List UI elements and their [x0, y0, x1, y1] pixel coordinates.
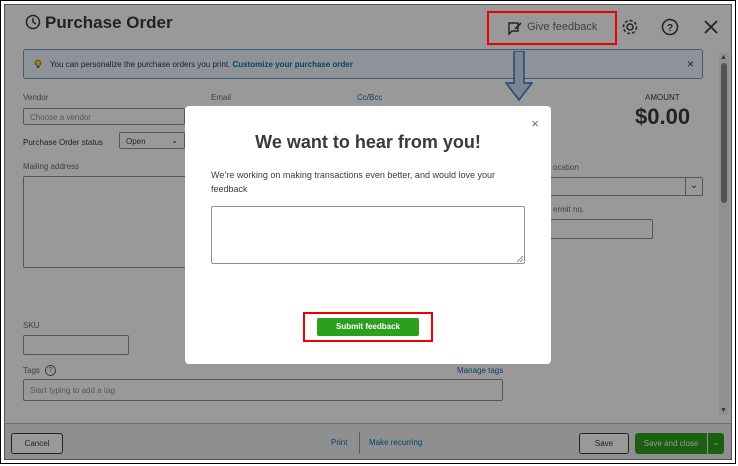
purchase-order-window: Purchase Order Give feedback ? You can p… [4, 4, 732, 460]
resize-handle-icon[interactable] [517, 256, 523, 262]
submit-highlight: Submit feedback [303, 312, 433, 342]
modal-title: We want to hear from you! [255, 132, 481, 152]
feedback-textarea[interactable] [211, 206, 525, 264]
submit-feedback-button[interactable]: Submit feedback [317, 318, 419, 336]
feedback-highlight [487, 11, 617, 45]
modal-description: We’re working on making transactions eve… [211, 170, 495, 194]
feedback-modal: × We want to hear from you! We’re workin… [185, 106, 551, 364]
modal-close-icon[interactable]: × [531, 116, 539, 131]
